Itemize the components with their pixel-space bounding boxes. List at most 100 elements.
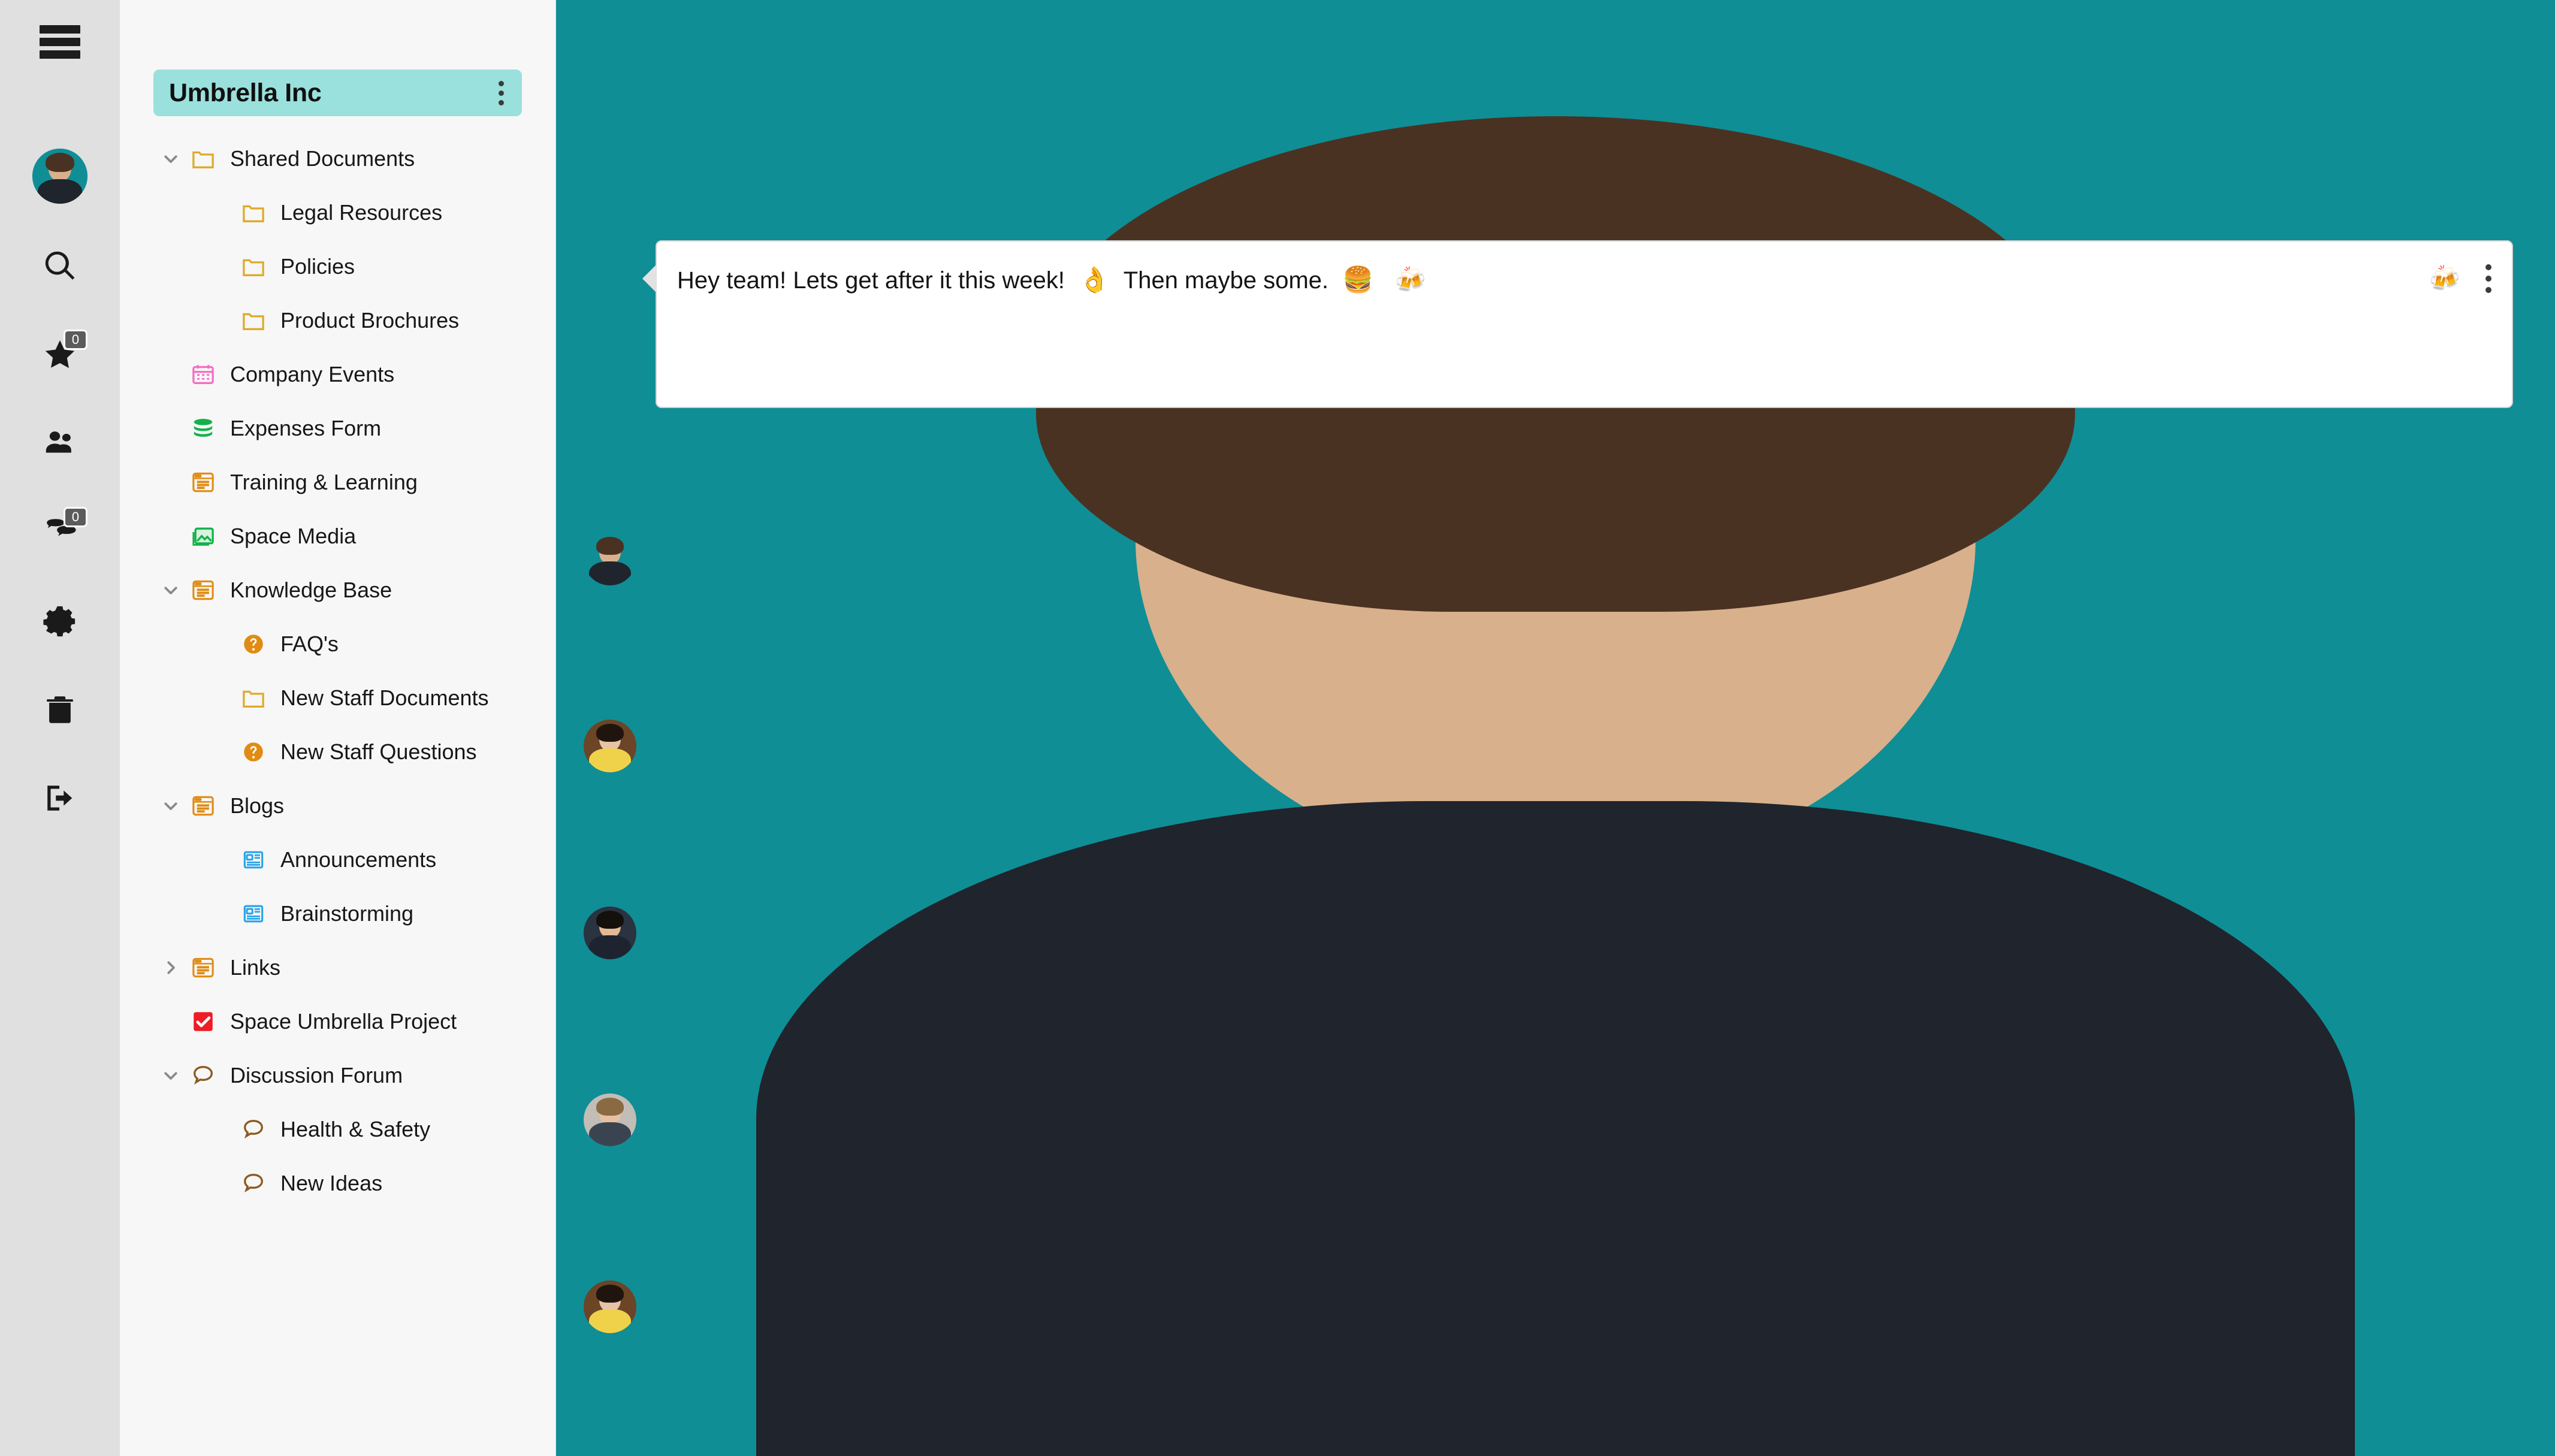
sidebar-item-label: Shared Documents: [230, 146, 415, 171]
space-menu-kebab-icon[interactable]: [494, 76, 509, 110]
feed-item-avatar[interactable]: [584, 907, 636, 959]
sidebar-item-space-media[interactable]: Space Media: [137, 509, 539, 563]
sidebar-item-space-umbrella-project[interactable]: Space Umbrella Project: [137, 995, 539, 1049]
chevron-down-icon[interactable]: [157, 1067, 185, 1085]
sidebar-item-label: Links: [230, 955, 281, 980]
news-icon: [235, 847, 272, 873]
sidebar-item-label: Brainstorming: [280, 901, 414, 926]
sidebar-item-label: Space Media: [230, 524, 357, 548]
space-header[interactable]: Umbrella Inc: [153, 70, 522, 116]
folder-icon: [185, 146, 222, 172]
feed-item-avatar[interactable]: [584, 1093, 636, 1146]
logout-icon[interactable]: [31, 769, 89, 827]
space-title: Umbrella Inc: [169, 78, 322, 107]
sidebar-item-label: Product Brochures: [280, 308, 460, 333]
sidebar-item-training-learning[interactable]: Training & Learning: [137, 455, 539, 509]
page-icon: [185, 577, 222, 603]
sidebar-item-knowledge-base[interactable]: Knowledge Base: [137, 563, 539, 617]
composer-tools: 🍻: [2429, 259, 2496, 298]
sidebar-item-new-staff-questions[interactable]: New Staff Questions: [137, 725, 539, 779]
gear-icon[interactable]: [31, 592, 89, 650]
beer-mugs-emoji: 🍻: [1394, 265, 1426, 294]
composer-text-part-1: Hey team! Lets get after it this week!: [677, 267, 1065, 294]
composer-menu-kebab-icon[interactable]: [2481, 259, 2496, 298]
sidebar-item-label: New Staff Documents: [280, 685, 489, 710]
chevron-right-icon[interactable]: [157, 959, 185, 977]
sidebar-item-shared-documents[interactable]: Shared Documents: [137, 132, 539, 186]
hamburger-bar: [40, 38, 80, 46]
avatar[interactable]: [32, 149, 87, 204]
sidebar-item-company-events[interactable]: Company Events: [137, 348, 539, 401]
chevron-down-icon[interactable]: [157, 797, 185, 815]
news-icon: [235, 901, 272, 927]
question-icon: [235, 739, 272, 765]
sidebar-item-label: Space Umbrella Project: [230, 1009, 457, 1034]
sidebar-item-expenses-form[interactable]: Expenses Form: [137, 401, 539, 455]
sidebar-item-faq-s[interactable]: FAQ's: [137, 617, 539, 671]
chevron-down-icon[interactable]: [157, 581, 185, 599]
question-icon: [235, 631, 272, 657]
left-rail: 0 0: [0, 0, 120, 1456]
hamburger-food-emoji: 🍔: [1342, 265, 1374, 294]
space-tree: Shared Documents Legal Resources Policies P…: [137, 132, 539, 1210]
page-icon: [185, 954, 222, 981]
sidebar-item-label: Health & Safety: [280, 1117, 431, 1141]
composer-avatar: [556, 0, 2555, 1456]
bubble-icon: [235, 1170, 272, 1197]
sidebar-item-label: New Staff Questions: [280, 739, 477, 764]
page-icon: [185, 793, 222, 819]
page-icon: [185, 469, 222, 496]
hamburger-menu-icon[interactable]: [40, 25, 80, 59]
composer-text-part-2: Then maybe some.: [1123, 267, 1329, 294]
chat-badge: 0: [64, 507, 87, 527]
folder-icon: [235, 685, 272, 711]
trash-icon[interactable]: [31, 681, 89, 738]
composer-input[interactable]: Hey team! Lets get after it this week! 👌…: [642, 240, 2513, 408]
space-sidebar: Umbrella Inc Shared Documents Legal Resou…: [120, 0, 556, 1456]
sidebar-item-health-safety[interactable]: Health & Safety: [137, 1102, 539, 1156]
sidebar-item-blogs[interactable]: Blogs: [137, 779, 539, 833]
feed-item-avatar[interactable]: [584, 720, 636, 772]
calendar-icon: [185, 361, 222, 388]
bubble-icon: [235, 1116, 272, 1143]
image-icon: [185, 523, 222, 549]
checkbox-icon: [185, 1008, 222, 1035]
search-icon[interactable]: [31, 237, 89, 295]
sidebar-item-label: Training & Learning: [230, 470, 418, 494]
sidebar-item-label: Discussion Forum: [230, 1063, 403, 1088]
star-icon[interactable]: 0: [31, 326, 89, 383]
feed-item-avatar[interactable]: [584, 533, 636, 585]
sidebar-item-label: Policies: [280, 254, 355, 279]
sidebar-item-product-brochures[interactable]: Product Brochures: [137, 294, 539, 348]
main-content: Activity Feed All new content added will…: [556, 0, 2555, 1456]
folder-icon: [235, 253, 272, 280]
star-badge: 0: [64, 330, 87, 350]
database-icon: [185, 415, 222, 442]
bubble-icon: [185, 1062, 222, 1089]
sidebar-item-brainstorming[interactable]: Brainstorming: [137, 887, 539, 941]
ok-hand-emoji: 👌: [1079, 265, 1110, 294]
folder-icon: [235, 307, 272, 334]
sidebar-item-label: Legal Resources: [280, 200, 443, 225]
sidebar-item-new-staff-documents[interactable]: New Staff Documents: [137, 671, 539, 725]
sidebar-item-label: Expenses Form: [230, 416, 382, 440]
people-icon[interactable]: [31, 415, 89, 472]
sidebar-item-label: Knowledge Base: [230, 578, 392, 602]
sidebar-item-links[interactable]: Links: [137, 941, 539, 995]
sidebar-item-discussion-forum[interactable]: Discussion Forum: [137, 1049, 539, 1102]
sidebar-item-label: Blogs: [230, 793, 285, 818]
feed-item-avatar[interactable]: [584, 1280, 636, 1333]
app-root: 0 0 Umbrella Inc Shared DocumentsLegal: [0, 0, 2555, 1456]
chat-icon[interactable]: 0: [31, 503, 89, 561]
emoji-picker-icon[interactable]: 🍻: [2429, 264, 2460, 294]
sidebar-item-label: Company Events: [230, 362, 395, 386]
sidebar-item-announcements[interactable]: Announcements: [137, 833, 539, 887]
composer-text: Hey team! Lets get after it this week! 👌…: [677, 263, 2428, 297]
sidebar-item-policies[interactable]: Policies: [137, 240, 539, 294]
post-composer: Hey team! Lets get after it this week! 👌…: [556, 0, 2555, 1456]
chevron-down-icon[interactable]: [157, 150, 185, 168]
sidebar-item-label: Announcements: [280, 847, 437, 872]
sidebar-item-new-ideas[interactable]: New Ideas: [137, 1156, 539, 1210]
sidebar-item-legal-resources[interactable]: Legal Resources: [137, 186, 539, 240]
folder-icon: [235, 200, 272, 226]
